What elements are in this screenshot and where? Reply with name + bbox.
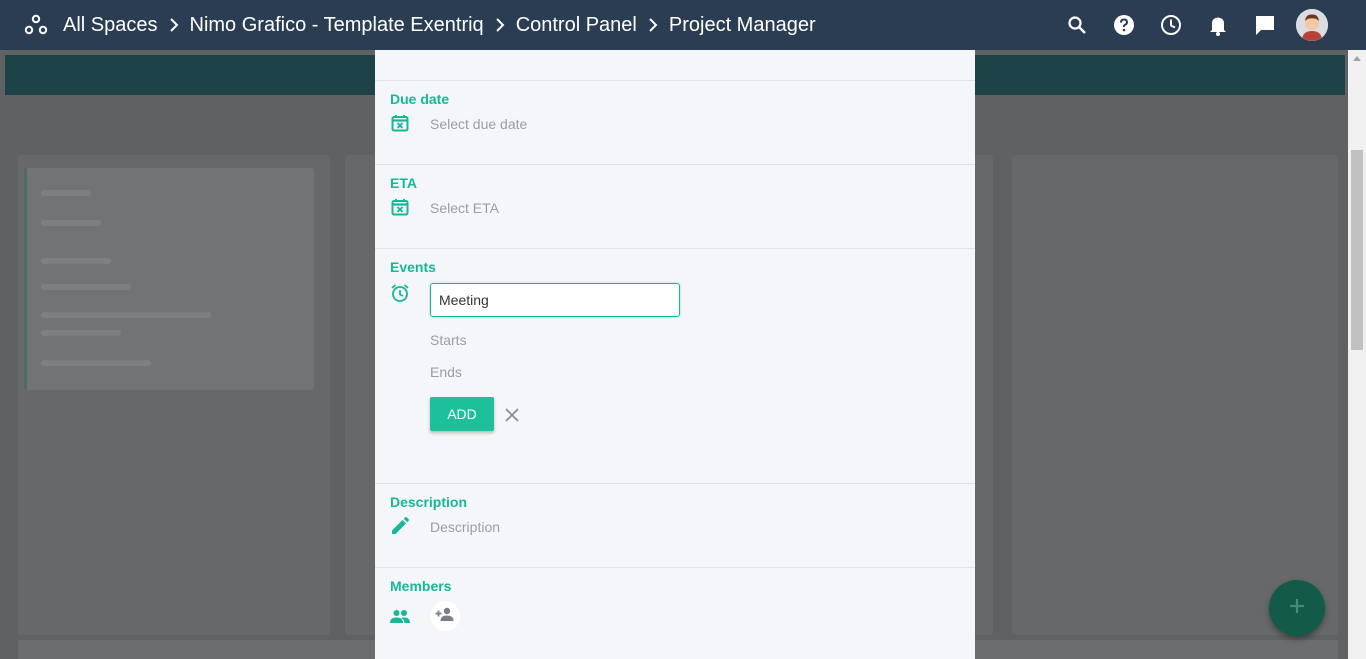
due-date-label: Due date bbox=[390, 91, 450, 107]
board-card bbox=[24, 168, 314, 390]
breadcrumb: All Spaces Nimo Grafico - Template Exent… bbox=[63, 0, 816, 50]
eta-label: ETA bbox=[390, 175, 417, 191]
eta-section: ETA Select ETA bbox=[375, 164, 975, 248]
alarm-icon bbox=[390, 283, 410, 303]
top-actions bbox=[1053, 0, 1328, 50]
add-event-button[interactable]: ADD bbox=[430, 397, 494, 431]
people-icon bbox=[390, 606, 410, 626]
event-starts-picker[interactable]: Starts bbox=[430, 332, 467, 348]
add-member-button[interactable] bbox=[430, 601, 460, 631]
event-ends-picker[interactable]: Ends bbox=[430, 364, 462, 380]
description-label: Description bbox=[390, 494, 468, 510]
chat-icon[interactable] bbox=[1241, 0, 1288, 50]
event-name-input[interactable] bbox=[430, 283, 680, 317]
page-scrollbar[interactable] bbox=[1348, 50, 1366, 659]
members-section: Members bbox=[375, 567, 975, 659]
add-fab-button[interactable] bbox=[1269, 580, 1325, 636]
bell-icon[interactable] bbox=[1194, 0, 1241, 50]
events-label: Events bbox=[390, 259, 436, 275]
description-section: Description Description bbox=[375, 483, 975, 567]
chevron-right-icon bbox=[637, 18, 669, 32]
chevron-right-icon bbox=[484, 18, 516, 32]
eta-picker[interactable]: Select ETA bbox=[430, 200, 499, 216]
add-person-icon bbox=[435, 607, 455, 626]
avatar[interactable] bbox=[1296, 9, 1328, 41]
chevron-right-icon bbox=[158, 18, 190, 32]
help-icon[interactable] bbox=[1100, 0, 1147, 50]
close-icon[interactable] bbox=[503, 406, 521, 424]
breadcrumb-space[interactable]: Nimo Grafico - Template Exentriq bbox=[190, 14, 484, 37]
clock-icon[interactable] bbox=[1147, 0, 1194, 50]
spaces-icon[interactable] bbox=[24, 13, 48, 37]
members-label: Members bbox=[390, 578, 452, 594]
due-date-picker[interactable]: Select due date bbox=[430, 116, 527, 132]
search-icon[interactable] bbox=[1053, 0, 1100, 50]
description-field[interactable]: Description bbox=[430, 519, 500, 535]
task-detail-panel: Due date Select due date ETA Select ETA … bbox=[375, 50, 975, 659]
due-date-section: Due date Select due date bbox=[375, 80, 975, 164]
pencil-icon[interactable] bbox=[390, 516, 410, 536]
breadcrumb-control-panel[interactable]: Control Panel bbox=[516, 14, 637, 37]
scroll-up-arrow-icon[interactable] bbox=[1353, 56, 1361, 61]
top-bar: All Spaces Nimo Grafico - Template Exent… bbox=[0, 0, 1366, 50]
breadcrumb-all-spaces[interactable]: All Spaces bbox=[63, 14, 158, 37]
calendar-icon[interactable] bbox=[390, 113, 410, 133]
breadcrumb-project-manager[interactable]: Project Manager bbox=[669, 14, 816, 37]
board-column bbox=[1012, 155, 1338, 635]
plus-icon bbox=[1288, 597, 1306, 620]
calendar-icon[interactable] bbox=[390, 197, 410, 217]
board-column bbox=[975, 155, 993, 635]
scrollbar-thumb[interactable] bbox=[1351, 150, 1363, 350]
board-column bbox=[345, 155, 375, 635]
